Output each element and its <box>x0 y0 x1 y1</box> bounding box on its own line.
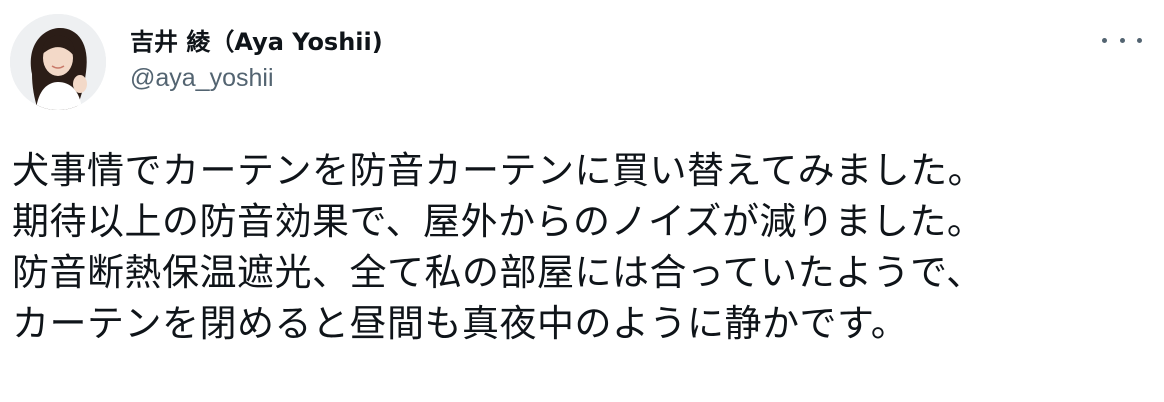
author-handle[interactable]: @aya_yoshii <box>130 62 383 94</box>
author-block: 吉井 綾（Aya Yoshii) @aya_yoshii <box>130 26 383 94</box>
more-horizontal-icon[interactable] <box>1102 30 1142 50</box>
tweet-text-line: 防音断熱保温遮光、全て私の部屋には合っていたようで、 <box>12 251 984 294</box>
more-dot <box>1119 37 1125 43</box>
tweet-text: 犬事情でカーテンを防音カーテンに買い替えてみました。 期待以上の防音効果で、屋外… <box>12 145 1152 349</box>
author-display-name[interactable]: 吉井 綾（Aya Yoshii) <box>130 26 383 58</box>
tweet-text-line: 犬事情でカーテンを防音カーテンに買い替えてみました。 <box>12 149 986 192</box>
tweet-text-line: 期待以上の防音効果で、屋外からのノイズが減りました。 <box>12 200 985 243</box>
more-dot <box>1137 37 1142 43</box>
tweet-card: 吉井 綾（Aya Yoshii) @aya_yoshii 犬事情でカーテンを防音… <box>0 0 1164 402</box>
avatar-photo <box>10 14 106 110</box>
tweet-text-line: カーテンを閉めると昼間も真夜中のように静かです。 <box>12 302 909 345</box>
avatar[interactable] <box>10 14 106 110</box>
more-dot <box>1102 37 1107 43</box>
